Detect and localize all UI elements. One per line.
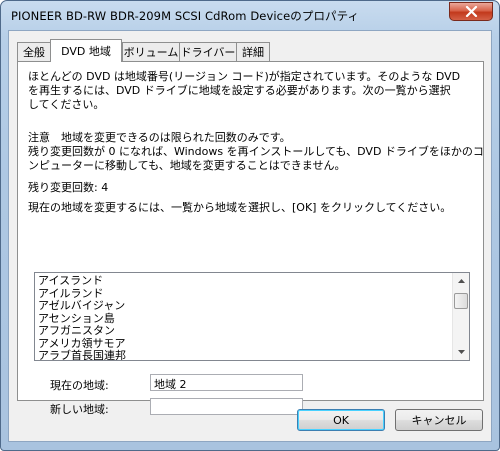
cancel-button[interactable]: キャンセル xyxy=(395,409,483,431)
close-button[interactable] xyxy=(449,2,493,21)
dvd-region-panel: ほとんどの DVD は地域番号(リージョン コード)が指定されています。そのよう… xyxy=(17,61,484,416)
list-item[interactable]: アフガニスタン xyxy=(38,324,115,337)
ok-button[interactable]: OK xyxy=(297,409,385,431)
list-item[interactable]: アセンション島 xyxy=(38,312,115,325)
close-icon xyxy=(465,6,477,17)
intro-line-3: してください。 xyxy=(28,98,105,111)
window-title: PIONEER BD-RW BDR-209M SCSI CdRom Device… xyxy=(11,9,360,23)
title-bar[interactable]: PIONEER BD-RW BDR-209M SCSI CdRom Device… xyxy=(1,1,499,29)
tab-general[interactable]: 全般 xyxy=(17,42,51,61)
remaining-changes: 残り変更回数: 4 xyxy=(28,181,109,194)
scroll-down-button[interactable] xyxy=(453,344,469,360)
tab-dvd-region[interactable]: DVD 地域 xyxy=(50,39,122,62)
tab-driver[interactable]: ドライバー xyxy=(179,42,237,61)
list-item[interactable]: アゼルバイジャン xyxy=(38,299,125,312)
list-item[interactable]: アメリカ領サモア xyxy=(38,337,125,350)
intro-line-1: ほとんどの DVD は地域番号(リージョン コード)が指定されています。そのよう… xyxy=(28,70,461,83)
list-item[interactable]: アイスランド xyxy=(38,274,103,287)
region-list-scrollbar[interactable] xyxy=(452,273,469,360)
note-line-3: ンピューターに移動しても、地域を変更することはできません。 xyxy=(28,159,346,172)
scroll-up-arrow-icon xyxy=(457,279,465,283)
dialog-client-area: 全般 DVD 地域 ボリューム ドライバー 詳細 ほとんどの DVD は地域番号… xyxy=(8,30,492,442)
note-line-1: 注意 地域を変更できるのは限られた回数のみです。 xyxy=(28,131,291,144)
scroll-down-arrow-icon xyxy=(457,350,465,354)
scroll-up-button[interactable] xyxy=(453,273,469,289)
list-item[interactable]: アイルランド xyxy=(38,287,103,300)
new-region-field xyxy=(150,398,303,415)
current-region-label: 現在の地域: xyxy=(50,379,109,392)
list-item[interactable]: アラブ首長国連邦 xyxy=(38,349,126,360)
new-region-label: 新しい地域: xyxy=(50,403,109,416)
region-list[interactable]: アイスランド アイルランド アゼルバイジャン アセンション島 アフガニスタン ア… xyxy=(34,272,470,361)
properties-window: PIONEER BD-RW BDR-209M SCSI CdRom Device… xyxy=(0,0,500,451)
instruction-text: 現在の地域を変更するには、一覧から地域を選択し、[OK] をクリックしてください… xyxy=(28,201,452,214)
note-line-2: 残り変更回数が 0 になれば、Windows を再インストールしても、DVD ド… xyxy=(28,145,484,158)
current-region-field: 地域 2 xyxy=(150,374,303,391)
tab-volumes[interactable]: ボリューム xyxy=(122,42,180,61)
intro-line-2: を再生するには、DVD ドライブに地域を設定する必要があります。次の一覧から選択 xyxy=(28,84,451,97)
tab-details[interactable]: 詳細 xyxy=(236,42,270,61)
scroll-thumb[interactable] xyxy=(454,293,468,309)
